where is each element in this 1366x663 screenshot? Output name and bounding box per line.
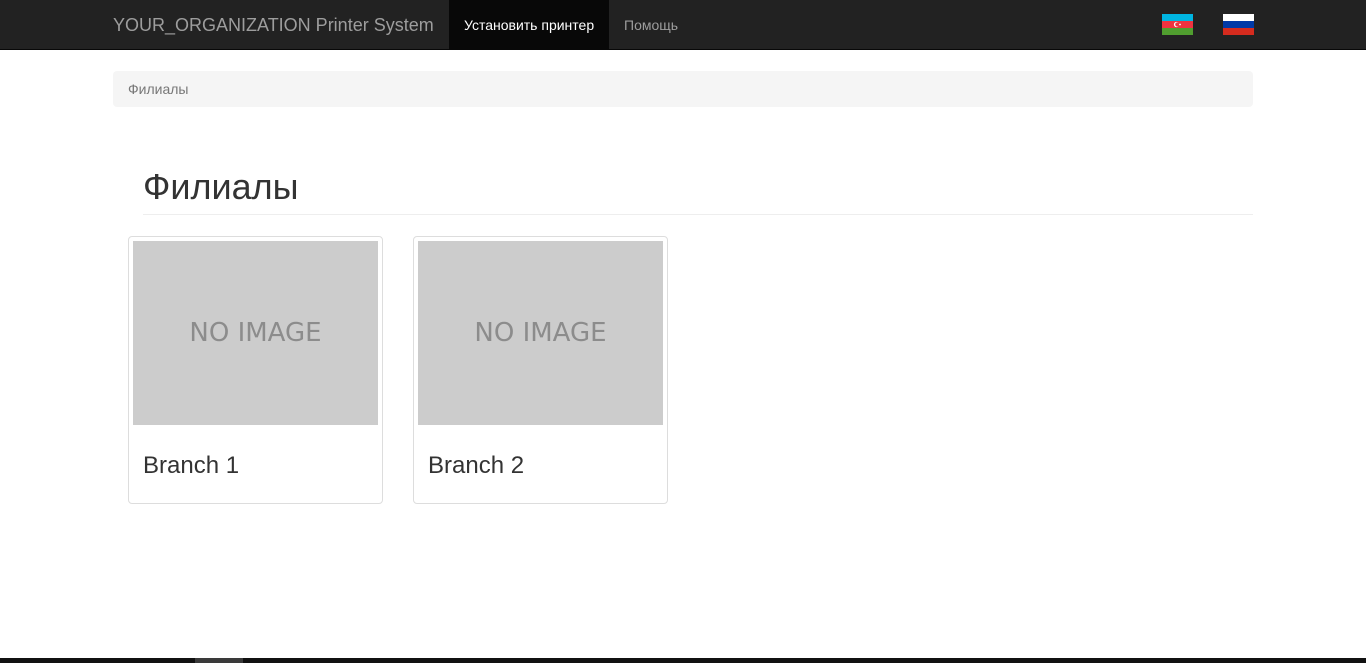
- branch-name[interactable]: Branch 1: [143, 451, 239, 481]
- branch-card[interactable]: NO IMAGE Branch 2: [413, 236, 668, 504]
- page-title: Филиалы: [143, 166, 299, 207]
- top-navbar: YOUR_ORGANIZATION Printer System Установ…: [0, 0, 1366, 50]
- no-image-placeholder: NO IMAGE: [418, 241, 663, 425]
- breadcrumb-item-branches: Филиалы: [128, 81, 189, 97]
- russia-flag-icon[interactable]: [1223, 14, 1254, 35]
- azerbaijan-flag-icon[interactable]: [1162, 14, 1193, 35]
- scrollbar-thumb[interactable]: [195, 658, 243, 663]
- title-divider: [143, 214, 1253, 215]
- nav-help[interactable]: Помощь: [609, 0, 693, 50]
- nav-install-printer[interactable]: Установить принтер: [449, 0, 609, 50]
- no-image-placeholder: NO IMAGE: [133, 241, 378, 425]
- breadcrumb: Филиалы: [113, 71, 1253, 107]
- branch-name[interactable]: Branch 2: [428, 451, 524, 481]
- brand-link[interactable]: YOUR_ORGANIZATION Printer System: [113, 0, 434, 50]
- branch-card[interactable]: NO IMAGE Branch 1: [128, 236, 383, 504]
